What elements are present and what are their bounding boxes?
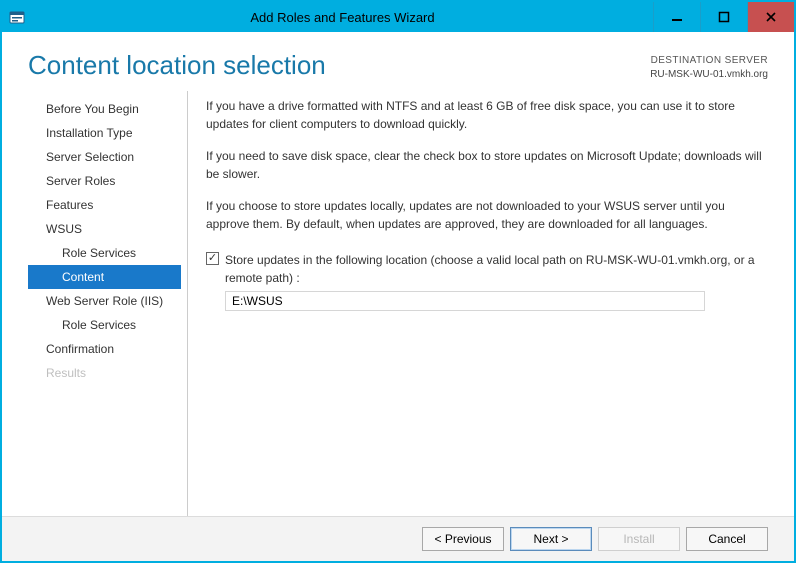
store-updates-label[interactable]: Store updates in the following location … [225,251,766,287]
app-icon [2,2,32,32]
store-updates-row: Store updates in the following location … [206,251,766,287]
destination-block: DESTINATION SERVER RU-MSK-WU-01.vmkh.org [650,50,768,81]
main-split: Before You BeginInstallation TypeServer … [2,91,794,516]
header-row: Content location selection DESTINATION S… [2,32,794,91]
window-title: Add Roles and Features Wizard [32,2,653,32]
nav-item-features[interactable]: Features [28,193,181,217]
destination-value: RU-MSK-WU-01.vmkh.org [650,68,768,82]
nav-item-server_selection[interactable]: Server Selection [28,145,181,169]
nav-item-wsus[interactable]: WSUS [28,217,181,241]
next-button[interactable]: Next > [510,527,592,551]
close-button[interactable] [747,2,794,32]
nav-item-wsus_content[interactable]: Content [28,265,181,289]
previous-button[interactable]: < Previous [422,527,504,551]
nav-item-iis_role_services[interactable]: Role Services [28,313,181,337]
nav-item-server_roles[interactable]: Server Roles [28,169,181,193]
content-para-3: If you choose to store updates locally, … [206,197,766,233]
window-buttons [653,2,794,32]
destination-label: DESTINATION SERVER [650,54,768,68]
install-button[interactable]: Install [598,527,680,551]
wizard-footer: < Previous Next > Install Cancel [2,516,794,561]
title-bar: Add Roles and Features Wizard [2,2,794,32]
nav-item-confirmation[interactable]: Confirmation [28,337,181,361]
page-title: Content location selection [28,50,326,81]
nav-item-iis[interactable]: Web Server Role (IIS) [28,289,181,313]
content-para-2: If you need to save disk space, clear th… [206,147,766,183]
wizard-body: Content location selection DESTINATION S… [2,32,794,561]
store-path-input[interactable] [225,291,705,311]
cancel-button[interactable]: Cancel [686,527,768,551]
wizard-window: Add Roles and Features Wizard Content lo… [0,0,796,563]
nav-item-results: Results [28,361,181,385]
content-pane: If you have a drive formatted with NTFS … [188,91,768,516]
minimize-button[interactable] [653,2,700,32]
nav-item-wsus_role_services[interactable]: Role Services [28,241,181,265]
content-para-1: If you have a drive formatted with NTFS … [206,97,766,133]
store-updates-checkbox[interactable] [206,252,219,265]
wizard-nav: Before You BeginInstallation TypeServer … [28,91,188,516]
nav-item-install_type[interactable]: Installation Type [28,121,181,145]
maximize-button[interactable] [700,2,747,32]
nav-item-before[interactable]: Before You Begin [28,97,181,121]
